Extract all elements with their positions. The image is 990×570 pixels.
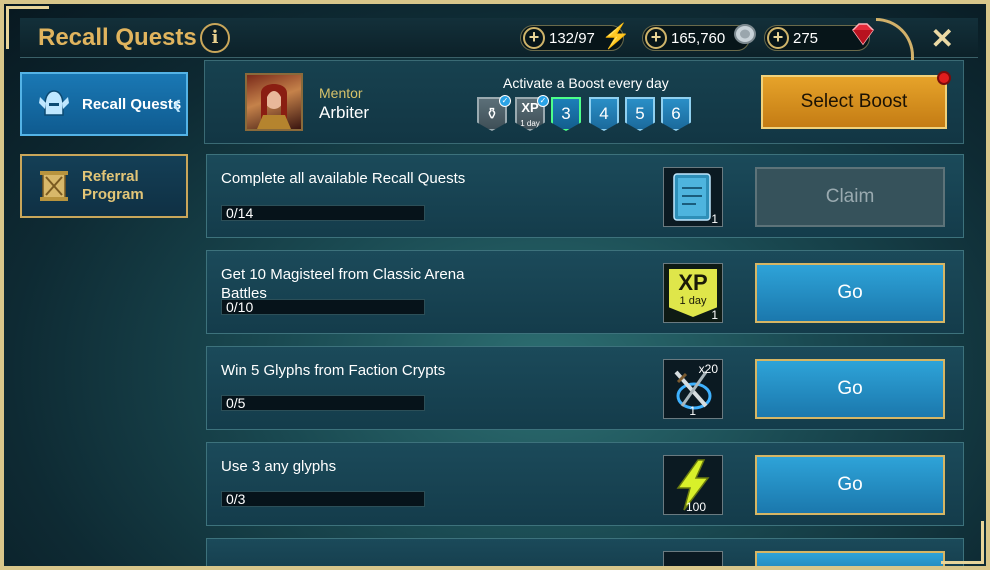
select-boost-label: Select Boost (800, 91, 908, 112)
boost-day-number: 4 (599, 104, 609, 123)
ruby-gem-icon (849, 22, 877, 53)
boost-day-4[interactable]: 4 (589, 97, 619, 131)
quest-progress-bar: 0/14 (221, 205, 425, 221)
quest-reward[interactable] (663, 551, 723, 566)
quest-row: Get 10 Magisteel from Classic Arena Batt… (206, 250, 964, 334)
sidebar-item-referral-program[interactable]: Referral Program (20, 154, 188, 218)
reward-quantity: 1 (689, 404, 696, 418)
quest-row: Win 5 Glyphs from Faction Crypts 0/5 x20… (206, 346, 964, 430)
close-button[interactable]: ✕ (931, 22, 954, 55)
quest-reward[interactable]: 100 (663, 455, 723, 515)
check-icon: ✓ (499, 95, 511, 107)
boost-day-6[interactable]: 6 (661, 97, 691, 131)
notification-dot (937, 71, 951, 85)
claim-button[interactable]: Claim (755, 167, 945, 227)
mentor-name: Arbiter (319, 103, 370, 122)
quest-progress-text: 0/14 (226, 205, 254, 221)
silver-counter: + 165,760 (642, 24, 756, 51)
page-title: Recall Quests (38, 24, 197, 51)
scroll-banner-icon (34, 166, 74, 206)
quest-title: Use 3 any glyphs (221, 458, 337, 475)
info-button[interactable]: i (200, 23, 230, 53)
boost-day-number: 3 (561, 104, 571, 123)
quest-progress-text: 0/10 (226, 299, 254, 315)
go-label: Go (837, 378, 863, 399)
xp-duration: 1 day (679, 295, 707, 307)
xp-boost-icon: XP 1 day (669, 269, 717, 317)
quest-title: Get 10 Magisteel from Classic Arena Batt… (221, 266, 465, 302)
boost-day-5[interactable]: 5 (625, 97, 655, 131)
reward-multiplier: x20 (698, 362, 718, 376)
quest-progress-bar: 0/10 (221, 299, 425, 315)
potion-icon: ⚱ (485, 106, 499, 123)
reward-quantity: 100 (685, 500, 706, 514)
helmet-wings-icon (34, 84, 74, 124)
boost-day-duration: 1 day (520, 119, 540, 128)
claim-label: Claim (825, 186, 875, 207)
add-energy-button[interactable]: + (523, 27, 545, 49)
top-bar: Recall Quests i + 132/97 ⚡ + 165,760 + 2… (20, 18, 978, 60)
reward-quantity: 1 (711, 212, 718, 226)
sidebar-item-label: Referral Program (82, 168, 144, 203)
energy-counter: + 132/97 ⚡ (520, 23, 631, 51)
boost-day-3[interactable]: 3 (551, 97, 581, 131)
quest-reward[interactable]: XP 1 day 1 (663, 263, 723, 323)
mentor-avatar[interactable] (245, 73, 303, 131)
check-icon: ✓ (537, 95, 549, 107)
go-button[interactable]: Go (755, 455, 945, 515)
window-frame: Recall Quests i + 132/97 ⚡ + 165,760 + 2… (0, 0, 990, 570)
mentor-caption: Mentor (319, 85, 363, 101)
sidebar-item-label: Recall Quests (82, 95, 182, 113)
add-ruby-button[interactable]: + (767, 27, 789, 49)
ruby-counter: + 275 (764, 23, 874, 51)
boost-caption: Activate a Boost every day (503, 75, 669, 91)
go-label: Go (837, 282, 863, 303)
xp-label: XP (678, 270, 708, 295)
reward-quantity: 1 (711, 308, 718, 322)
quest-title: Complete all available Recall Quests (221, 170, 466, 187)
quest-row: Use 3 any glyphs 0/3 100 Go (206, 442, 964, 526)
silver-coin-icon (733, 22, 757, 53)
go-button[interactable] (755, 551, 945, 566)
lightning-energy-icon: ⚡ (601, 23, 631, 50)
chevron-left-icon: ❮ (171, 98, 182, 112)
quest-progress-text: 0/3 (226, 491, 246, 507)
add-silver-button[interactable]: + (645, 27, 667, 49)
quest-progress-bar: 0/3 (221, 491, 425, 507)
xp-label: XP (521, 100, 539, 115)
quest-row: Complete all available Recall Quests 0/1… (206, 154, 964, 238)
go-button[interactable]: Go (755, 263, 945, 323)
sidebar-item-recall-quests[interactable]: Recall Quests ❮ (20, 72, 188, 136)
quest-title: Win 5 Glyphs from Faction Crypts (221, 362, 446, 379)
energy-value: 132/97 (549, 29, 595, 47)
silver-value: 165,760 (671, 29, 726, 47)
quest-progress-bar: 0/5 (221, 395, 425, 411)
go-label: Go (837, 474, 863, 495)
header-ornament (876, 18, 914, 60)
boost-day-number: 6 (671, 104, 681, 123)
mentor-panel: Mentor Arbiter Activate a Boost every da… (204, 60, 964, 144)
boost-day-number: 5 (635, 104, 645, 123)
quest-reward[interactable]: x20 1 (663, 359, 723, 419)
quest-row-partial (206, 538, 964, 566)
quest-reward[interactable]: 1 (663, 167, 723, 227)
go-button[interactable]: Go (755, 359, 945, 419)
quest-progress-text: 0/5 (226, 395, 246, 411)
ruby-value: 275 (793, 29, 819, 47)
select-boost-button[interactable]: Select Boost (761, 71, 951, 129)
